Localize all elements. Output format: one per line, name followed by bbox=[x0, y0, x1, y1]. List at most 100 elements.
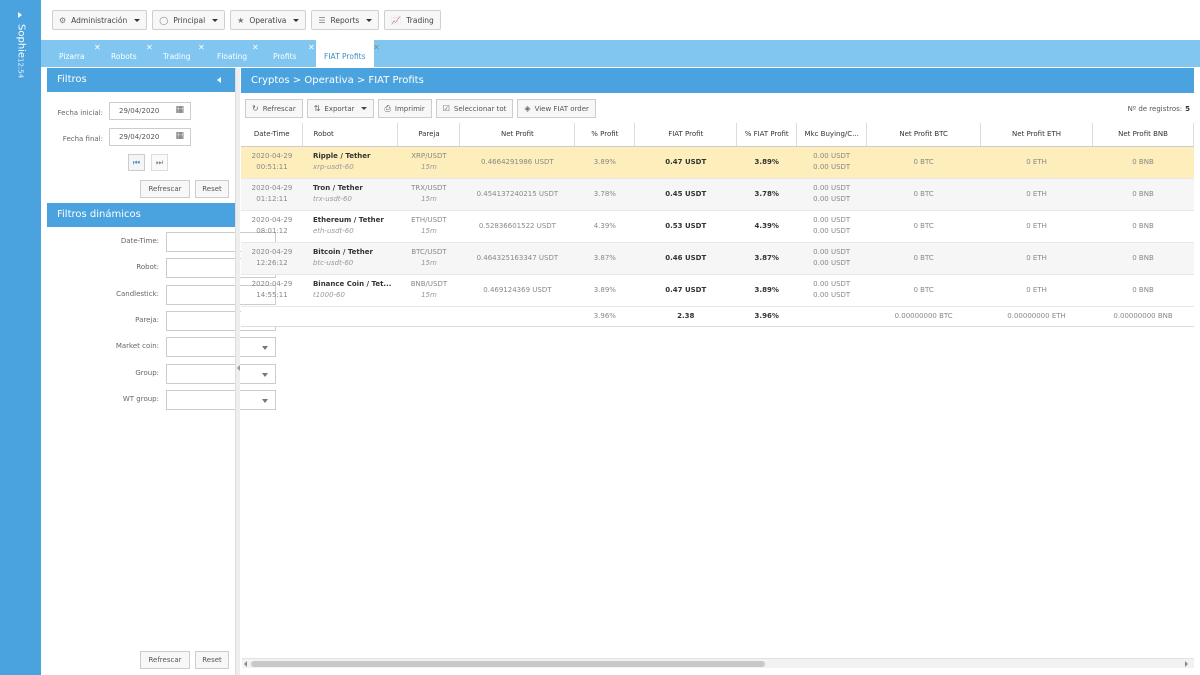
table-row[interactable]: 2020-04-29 08:01:12 Ethereum / Tether eth-u… bbox=[241, 210, 1194, 243]
mkc-selling-value: 0.00 USDT bbox=[813, 195, 851, 203]
total-bnb-cell: 0.00000000 BNB bbox=[1092, 306, 1194, 327]
menu-reports-button[interactable]: ☰ Reports bbox=[311, 10, 380, 30]
total-pct-profit-cell: 3.96% bbox=[574, 306, 635, 327]
column-header[interactable]: Pareja bbox=[397, 123, 461, 147]
total-pct-fiat-cell: 3.96% bbox=[736, 306, 797, 327]
pair-cell: XRP/USDT 15m bbox=[397, 146, 460, 179]
column-header[interactable]: Net Profit bbox=[459, 123, 576, 147]
column-header[interactable]: Net Profit BTC bbox=[866, 123, 982, 147]
first-day-button[interactable]: ⏮ bbox=[128, 154, 145, 171]
menu-label: Principal bbox=[173, 15, 206, 25]
filters-reset-button[interactable]: Reset bbox=[195, 180, 229, 198]
scrollbar-thumb[interactable] bbox=[251, 661, 765, 667]
pct-fiat-profit-cell: 4.39% bbox=[736, 210, 797, 243]
scroll-right-icon[interactable] bbox=[1185, 661, 1188, 667]
calendar-icon[interactable]: ▦ bbox=[175, 105, 184, 115]
column-header[interactable]: Mkc Buying/C... bbox=[796, 123, 868, 147]
pair-cell: ETH/USDT 15m bbox=[397, 210, 460, 243]
tab-trading[interactable]: Trading ✕ bbox=[163, 40, 205, 67]
end-date-field[interactable]: 29/04/2020 ▦ bbox=[109, 128, 191, 146]
date-value: 2020-04-29 bbox=[251, 248, 293, 256]
net-profit-btc-cell: 0 BTC bbox=[866, 146, 981, 179]
column-header[interactable]: Net Profit ETH bbox=[980, 123, 1093, 147]
net-profit-btc-cell: 0 BTC bbox=[866, 274, 981, 307]
close-tab-icon[interactable]: ✕ bbox=[94, 43, 101, 52]
tab-floating[interactable]: Floating ✕ bbox=[217, 40, 259, 67]
dynamic-filter-row: Date-Time: bbox=[47, 232, 276, 254]
pair-cell: TRX/USDT 15m bbox=[397, 178, 460, 211]
filters-refresh-button[interactable]: Refrescar bbox=[140, 180, 190, 198]
user-sidebar[interactable]: Sophie 12:54 bbox=[0, 0, 41, 675]
toolbar-exportar-button[interactable]: ⇅ Exportar bbox=[306, 99, 374, 118]
dynamic-refresh-button[interactable]: Refrescar bbox=[140, 651, 190, 669]
tab-fiat-profits[interactable]: FIAT Profits ✕ bbox=[316, 40, 380, 67]
table-row[interactable]: 2020-04-29 14:55:11 Binance Coin / Tet... t… bbox=[241, 274, 1194, 307]
total-empty-cell bbox=[796, 306, 867, 327]
datetime-cell: 2020-04-29 12:26:12 bbox=[241, 242, 303, 275]
tab-pizarra[interactable]: Pizarra ✕ bbox=[59, 40, 101, 67]
fiat-profit-cell: 0.46 USDT bbox=[634, 242, 737, 275]
menu-administración-button[interactable]: ⚙ Administración bbox=[52, 10, 148, 30]
close-tab-icon[interactable]: ✕ bbox=[198, 43, 205, 52]
start-date-field[interactable]: 29/04/2020 ▦ bbox=[109, 102, 191, 120]
calendar-icon[interactable]: ▦ bbox=[175, 131, 184, 141]
fiat-profit-cell: 0.45 USDT bbox=[634, 178, 737, 211]
close-tab-icon[interactable]: ✕ bbox=[252, 43, 259, 52]
breadcrumb-text: Cryptos > Operativa > FIAT Profits bbox=[251, 75, 424, 86]
total-empty-cell bbox=[459, 306, 575, 327]
datetime-cell: 2020-04-29 08:01:12 bbox=[241, 210, 303, 243]
tab-robots[interactable]: Robots ✕ bbox=[111, 40, 153, 67]
breadcrumb: Cryptos > Operativa > FIAT Profits bbox=[241, 68, 1194, 93]
column-header[interactable]: % Profit bbox=[574, 123, 636, 147]
column-header[interactable]: Robot bbox=[302, 123, 399, 147]
datetime-cell: 2020-04-29 00:51:11 bbox=[241, 146, 303, 179]
column-header[interactable]: % FIAT Profit bbox=[736, 123, 798, 147]
close-tab-icon[interactable]: ✕ bbox=[308, 43, 315, 52]
robot-cell: Ethereum / Tether eth-usdt-60 bbox=[302, 210, 398, 243]
next-day-button[interactable]: ⏭ bbox=[151, 154, 168, 171]
collapse-arrow-icon[interactable] bbox=[237, 365, 240, 371]
table-row[interactable]: 2020-04-29 12:26:12 Bitcoin / Tether btc-us… bbox=[241, 242, 1194, 275]
toolbar-seleccionar-tot-button[interactable]: ☑ Seleccionar tot bbox=[435, 99, 514, 118]
horizontal-scrollbar[interactable] bbox=[242, 658, 1194, 668]
end-date-label: Fecha final: bbox=[62, 135, 103, 143]
menu-operativa-button[interactable]: ★ Operativa bbox=[230, 10, 307, 30]
scroll-left-icon[interactable] bbox=[244, 661, 247, 667]
panel-splitter[interactable] bbox=[235, 68, 240, 675]
column-header[interactable]: Net Profit BNB bbox=[1092, 123, 1194, 147]
tag-icon: ◈ bbox=[524, 104, 531, 113]
column-header[interactable]: FIAT Profit bbox=[634, 123, 738, 147]
tab-profits[interactable]: Profits ✕ bbox=[273, 40, 315, 67]
menu-trading-button[interactable]: 📈 Trading bbox=[384, 10, 441, 30]
dynamic-filter-row: Candlestick: bbox=[47, 284, 276, 307]
toolbar-view-fiat-order-button[interactable]: ◈ View FIAT order bbox=[517, 99, 596, 118]
tab-label: FIAT Profits bbox=[324, 52, 366, 61]
list-icon: ☰ bbox=[318, 15, 326, 25]
total-empty-cell bbox=[241, 306, 303, 327]
filter-label: Robot: bbox=[136, 263, 159, 272]
mkc-cell: 0.00 USDT 0.00 USDT bbox=[796, 242, 867, 275]
dynamic-reset-button[interactable]: Reset bbox=[195, 651, 229, 669]
pair-timeframe: 15m bbox=[421, 163, 437, 171]
column-header[interactable]: Date-Time bbox=[241, 123, 304, 147]
menu-principal-button[interactable]: ◯ Principal bbox=[152, 10, 226, 30]
toolbar-refrescar-button[interactable]: ↻ Refrescar bbox=[245, 99, 303, 118]
mkc-buying-value: 0.00 USDT bbox=[813, 248, 851, 256]
mkc-buying-value: 0.00 USDT bbox=[813, 280, 851, 288]
close-tab-icon[interactable]: ✕ bbox=[146, 43, 153, 52]
table-row[interactable]: 2020-04-29 01:12:11 Tron / Tether trx-usdt-… bbox=[241, 178, 1194, 211]
table-body: 2020-04-29 00:51:11 Ripple / Tether xrp-usd… bbox=[241, 146, 1194, 327]
pair-timeframe: 15m bbox=[421, 291, 437, 299]
net-profit-eth-cell: 0 ETH bbox=[980, 274, 1093, 307]
collapse-panel-icon[interactable] bbox=[217, 77, 221, 83]
pct-profit-cell: 3.89% bbox=[574, 146, 635, 179]
expand-icon[interactable] bbox=[18, 12, 22, 18]
robot-cell: Ripple / Tether xrp-usdt-60 bbox=[302, 146, 398, 179]
tab-label: Pizarra bbox=[59, 52, 85, 61]
table-row[interactable]: 2020-04-29 00:51:11 Ripple / Tether xrp-usd… bbox=[241, 146, 1194, 179]
toolbar-imprimir-button[interactable]: ⎙ Imprimir bbox=[377, 99, 432, 118]
close-tab-icon[interactable]: ✕ bbox=[373, 43, 380, 52]
toolbar-label: Imprimir bbox=[394, 104, 425, 113]
records-value: 5 bbox=[1185, 105, 1190, 113]
robot-code: eth-usdt-60 bbox=[312, 227, 354, 235]
